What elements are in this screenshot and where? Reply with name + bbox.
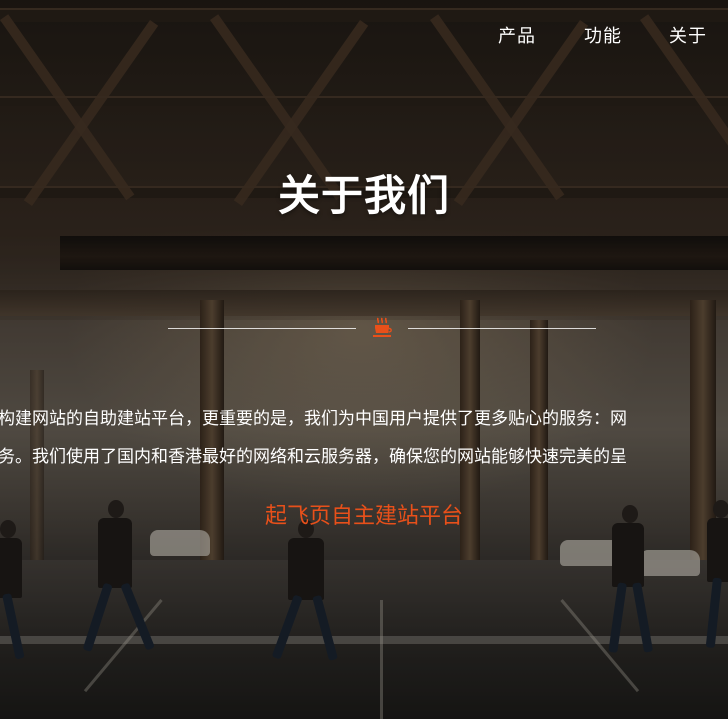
platform-tagline-link[interactable]: 起飞页自主建站平台 [0,498,728,530]
page-title: 关于我们 [277,171,450,220]
nav-link-products[interactable]: 产品 [498,22,536,48]
coffee-cup-icon [370,316,394,340]
divider-line-right [408,328,596,329]
divider-line-left [168,328,356,329]
about-description-line: 构建网站的自助建站平台，更重要的是，我们为中国用户提供了更多贴心的服务：网 [0,409,627,429]
top-navigation: 产品 功能 关于 [0,0,728,66]
about-description-line: 务。我们使用了国内和香港最好的网络和云服务器，确保您的网站能够快速完美的呈 [0,447,627,467]
nav-link-about[interactable]: 关于 [669,22,707,48]
nav-link-features[interactable]: 功能 [584,22,622,48]
hero-background-image [0,0,728,719]
